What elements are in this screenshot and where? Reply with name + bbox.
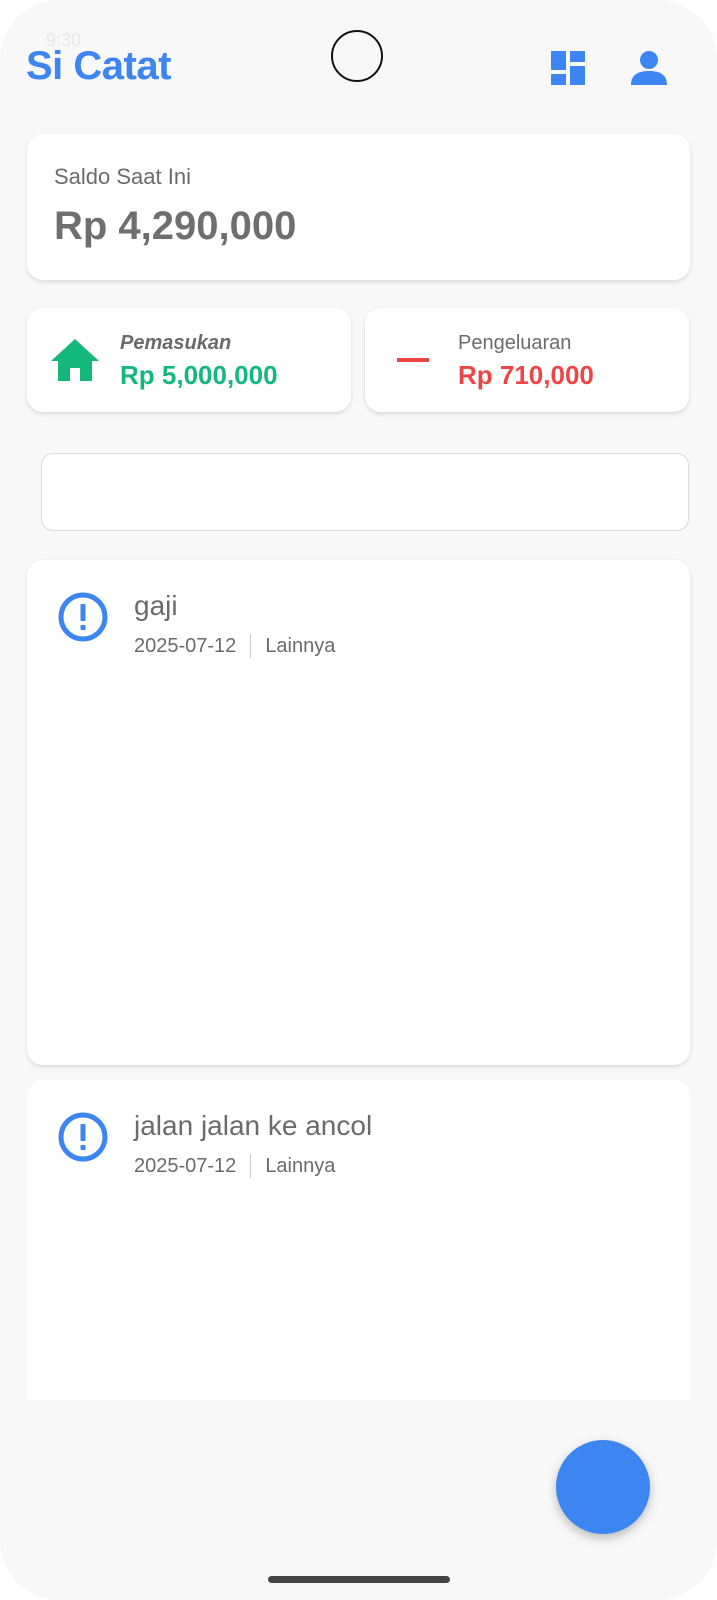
balance-card: Saldo Saat Ini Rp 4,290,000	[27, 134, 690, 280]
home-icon	[51, 339, 99, 381]
transaction-title: gaji	[134, 590, 178, 621]
meta-divider	[250, 634, 252, 658]
balance-value: Rp 4,290,000	[54, 204, 297, 248]
transaction-title: jalan jalan ke ancol	[134, 1110, 373, 1141]
add-transaction-button[interactable]	[556, 1440, 650, 1534]
phone-screen: 9:30 Si Catat Saldo Saat Ini Rp 4,290,00…	[0, 0, 717, 1600]
expense-value: Rp 710,000	[458, 360, 594, 390]
dashboard-icon[interactable]	[551, 50, 587, 86]
app-title: Si Catat	[26, 44, 171, 88]
minus-icon	[397, 358, 429, 362]
balance-label: Saldo Saat Ini	[54, 164, 191, 189]
meta-divider	[250, 1154, 252, 1178]
camera-cutout	[331, 30, 383, 82]
income-value: Rp 5,000,000	[120, 360, 278, 390]
income-card[interactable]: Pemasukan Rp 5,000,000	[27, 308, 351, 412]
transaction-card[interactable]: jalan jalan ke ancol 2025-07-12 Lainnya	[27, 1080, 690, 1400]
person-icon[interactable]	[631, 50, 667, 86]
transaction-category: Lainnya	[265, 634, 336, 657]
transaction-date: 2025-07-12	[134, 634, 237, 657]
transaction-meta: 2025-07-12 Lainnya	[134, 634, 335, 658]
home-indicator[interactable]	[268, 1576, 450, 1583]
expense-label: Pengeluaran	[458, 332, 572, 354]
expense-card[interactable]: Pengeluaran Rp 710,000	[365, 308, 689, 412]
search-input[interactable]	[41, 453, 689, 531]
transaction-date: 2025-07-12	[134, 1154, 237, 1177]
transaction-card[interactable]: gaji 2025-07-12 Lainnya	[27, 560, 690, 1065]
transaction-category: Lainnya	[265, 1154, 336, 1177]
exclamation-circle-icon	[58, 1112, 108, 1162]
income-label: Pemasukan	[120, 332, 232, 354]
exclamation-circle-icon	[58, 592, 108, 642]
transaction-meta: 2025-07-12 Lainnya	[134, 1154, 335, 1178]
